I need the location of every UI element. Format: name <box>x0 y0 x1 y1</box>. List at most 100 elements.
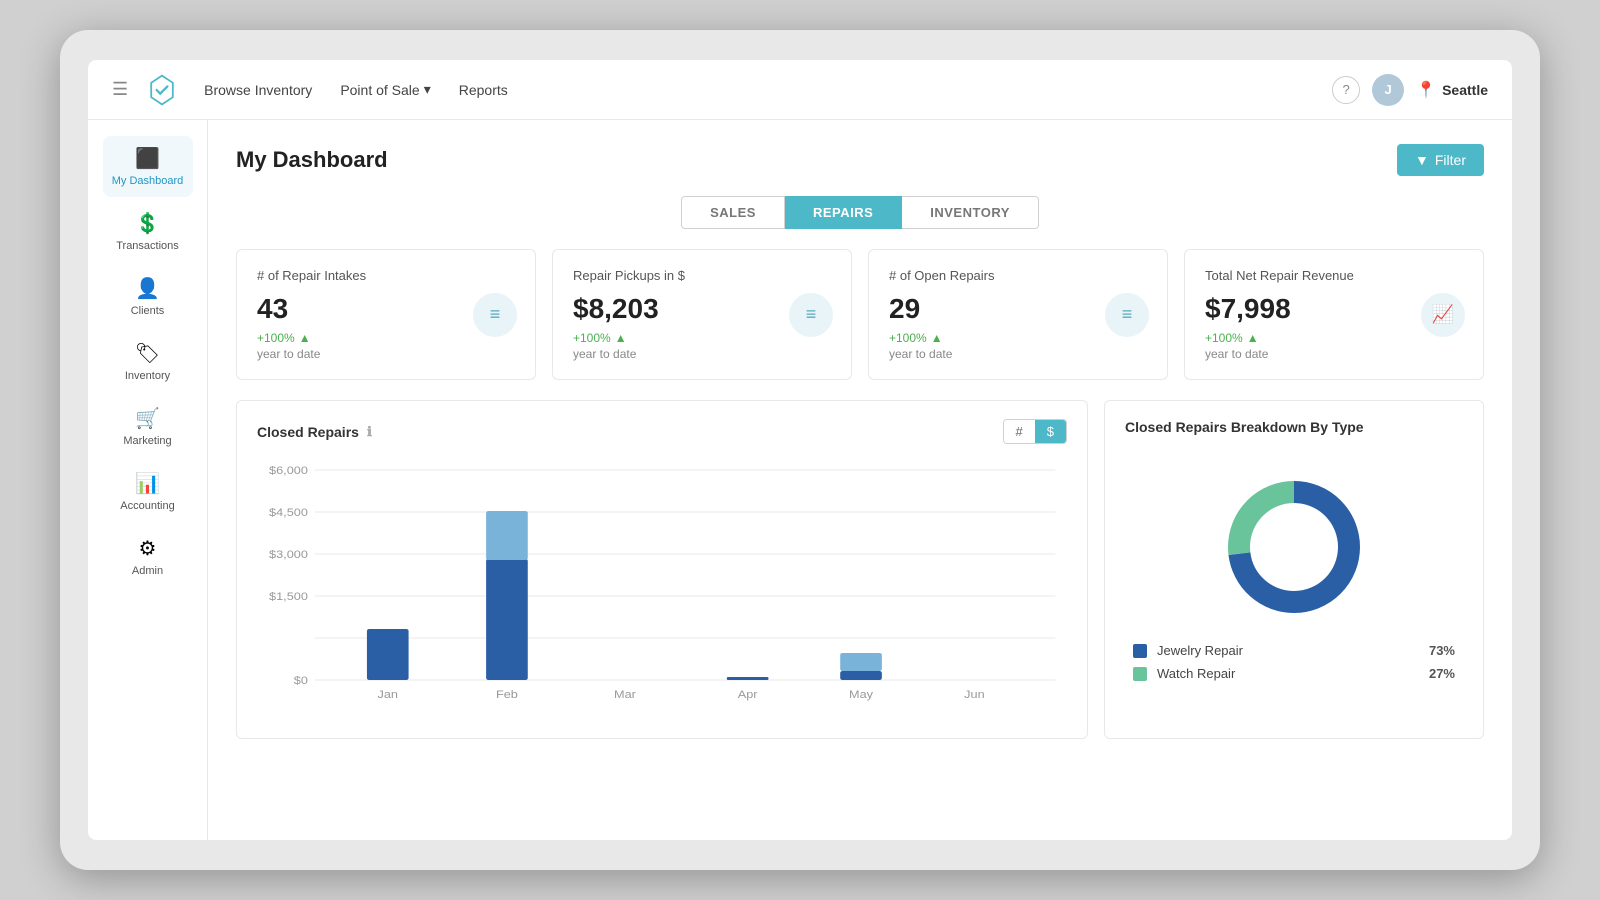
closed-repairs-chart: Closed Repairs ℹ # $ <box>236 400 1088 739</box>
up-arrow-icon: ▲ <box>615 331 627 345</box>
svg-text:$3,000: $3,000 <box>269 548 308 561</box>
chevron-down-icon: ▾ <box>424 81 431 98</box>
stat-card-0: # of Repair Intakes 43 +100% ▲ year to d… <box>236 249 536 380</box>
legend-pct: 27% <box>1429 666 1455 681</box>
stat-change-2: +100% ▲ <box>889 331 1147 345</box>
legend-label: Jewelry Repair <box>1157 643 1243 658</box>
nav-right: ? J 📍 Seattle <box>1332 74 1488 106</box>
breakdown-chart-header: Closed Repairs Breakdown By Type <box>1125 419 1463 435</box>
page-header: My Dashboard ▼ Filter <box>236 144 1484 176</box>
sidebar-label-accounting: Accounting <box>120 500 174 512</box>
donut-svg <box>1214 467 1374 627</box>
chart-title: Closed Repairs ℹ <box>257 424 372 440</box>
dashboard-icon: ⬛ <box>135 146 160 171</box>
sidebar-item-transactions[interactable]: 💲 Transactions <box>103 201 193 262</box>
chart-header: Closed Repairs ℹ # $ <box>257 419 1067 444</box>
charts-row: Closed Repairs ℹ # $ <box>236 400 1484 739</box>
help-button[interactable]: ? <box>1332 76 1360 104</box>
legend-pct: 73% <box>1429 643 1455 658</box>
toggle-dollar[interactable]: $ <box>1035 420 1066 443</box>
nav-browse-inventory[interactable]: Browse Inventory <box>204 82 312 98</box>
svg-text:Feb: Feb <box>496 688 518 701</box>
app-logo <box>144 72 180 108</box>
legend-dot <box>1133 644 1147 658</box>
device-frame: ☰ Browse Inventory Point of Sale ▾ Repor… <box>60 30 1540 870</box>
breakdown-chart: Closed Repairs Breakdown By Type <box>1104 400 1484 739</box>
bar-chart-svg: $6,000 $4,500 $3,000 $1,500 $0 Jan <box>257 460 1067 720</box>
stat-period-2: year to date <box>889 347 1147 361</box>
stat-title-1: Repair Pickups in $ <box>573 268 831 283</box>
sidebar-label-clients: Clients <box>131 305 165 317</box>
tab-inventory[interactable]: INVENTORY <box>902 196 1039 229</box>
user-avatar[interactable]: J <box>1372 74 1404 106</box>
sidebar-item-dashboard[interactable]: ⬛ My Dashboard <box>103 136 193 197</box>
stat-icon-3: 📈 <box>1421 293 1465 337</box>
svg-text:May: May <box>849 688 873 701</box>
filter-icon: ▼ <box>1415 152 1429 168</box>
stat-change-0: +100% ▲ <box>257 331 515 345</box>
inventory-icon: 🏷 <box>135 341 160 366</box>
accounting-icon: 📊 <box>135 471 160 496</box>
svg-text:Apr: Apr <box>738 688 758 701</box>
stats-row: # of Repair Intakes 43 +100% ▲ year to d… <box>236 249 1484 380</box>
legend-item-watch-repair: Watch Repair 27% <box>1133 666 1455 681</box>
stat-period-3: year to date <box>1205 347 1463 361</box>
stat-title-3: Total Net Repair Revenue <box>1205 268 1463 283</box>
sidebar: ⬛ My Dashboard 💲 Transactions 👤 Clients 🏷Inven… <box>88 120 208 840</box>
nav-reports[interactable]: Reports <box>459 82 508 98</box>
page-title: My Dashboard <box>236 147 388 173</box>
stat-title-0: # of Repair Intakes <box>257 268 515 283</box>
stat-period-1: year to date <box>573 347 831 361</box>
sidebar-item-inventory[interactable]: 🏷Inventory <box>103 331 193 392</box>
sidebar-label-transactions: Transactions <box>116 240 179 252</box>
sidebar-label-admin: Admin <box>132 565 163 577</box>
stat-change-1: +100% ▲ <box>573 331 831 345</box>
marketing-icon: 🛒 <box>135 406 160 431</box>
main-layout: ⬛ My Dashboard 💲 Transactions 👤 Clients 🏷Inven… <box>88 120 1512 840</box>
transactions-icon: 💲 <box>135 211 160 236</box>
tab-repairs[interactable]: REPAIRS <box>785 196 902 229</box>
svg-text:$1,500: $1,500 <box>269 590 308 603</box>
stat-card-2: # of Open Repairs 29 +100% ▲ year to dat… <box>868 249 1168 380</box>
stat-icon-2: ≡ <box>1105 293 1149 337</box>
legend-item-jewelry-repair: Jewelry Repair 73% <box>1133 643 1455 658</box>
breakdown-chart-title: Closed Repairs Breakdown By Type <box>1125 419 1364 435</box>
location-display[interactable]: 📍 Seattle <box>1416 80 1488 100</box>
stat-icon-1: ≡ <box>789 293 833 337</box>
filter-button[interactable]: ▼ Filter <box>1397 144 1484 176</box>
svg-text:Jan: Jan <box>378 688 398 701</box>
sidebar-label-marketing: Marketing <box>123 435 171 447</box>
stat-card-3: Total Net Repair Revenue $7,998 +100% ▲ … <box>1184 249 1484 380</box>
bar-chart-area: $6,000 $4,500 $3,000 $1,500 $0 Jan <box>257 460 1067 720</box>
info-icon[interactable]: ℹ <box>367 424 372 440</box>
tab-sales[interactable]: SALES <box>681 196 785 229</box>
nav-links: Browse Inventory Point of Sale ▾ Reports <box>204 81 1332 98</box>
svg-text:$4,500: $4,500 <box>269 506 308 519</box>
clients-icon: 👤 <box>135 276 160 301</box>
stat-period-0: year to date <box>257 347 515 361</box>
toggle-count[interactable]: # <box>1004 420 1035 443</box>
chart-toggle: # $ <box>1003 419 1067 444</box>
sidebar-item-admin[interactable]: ⚙ Admin <box>103 526 193 587</box>
tab-group: SALESREPAIRSINVENTORY <box>236 196 1484 229</box>
admin-icon: ⚙ <box>139 536 157 561</box>
sidebar-item-accounting[interactable]: 📊 Accounting <box>103 461 193 522</box>
top-nav: ☰ Browse Inventory Point of Sale ▾ Repor… <box>88 60 1512 120</box>
content-area: My Dashboard ▼ Filter SALESREPAIRSINVENT… <box>208 120 1512 840</box>
location-pin-icon: 📍 <box>1416 80 1436 100</box>
donut-legend: Jewelry Repair 73% Watch Repair 27% <box>1125 643 1463 681</box>
donut-area: Jewelry Repair 73% Watch Repair 27% <box>1125 451 1463 681</box>
sidebar-label-dashboard: My Dashboard <box>112 175 184 187</box>
hamburger-icon[interactable]: ☰ <box>112 79 128 100</box>
stat-card-1: Repair Pickups in $ $8,203 +100% ▲ year … <box>552 249 852 380</box>
stat-change-3: +100% ▲ <box>1205 331 1463 345</box>
nav-point-of-sale[interactable]: Point of Sale ▾ <box>340 81 430 98</box>
sidebar-item-clients[interactable]: 👤 Clients <box>103 266 193 327</box>
legend-label: Watch Repair <box>1157 666 1235 681</box>
stat-title-2: # of Open Repairs <box>889 268 1147 283</box>
up-arrow-icon: ▲ <box>931 331 943 345</box>
sidebar-item-marketing[interactable]: 🛒 Marketing <box>103 396 193 457</box>
svg-text:$0: $0 <box>294 674 309 687</box>
up-arrow-icon: ▲ <box>1247 331 1259 345</box>
svg-text:Mar: Mar <box>614 688 636 701</box>
